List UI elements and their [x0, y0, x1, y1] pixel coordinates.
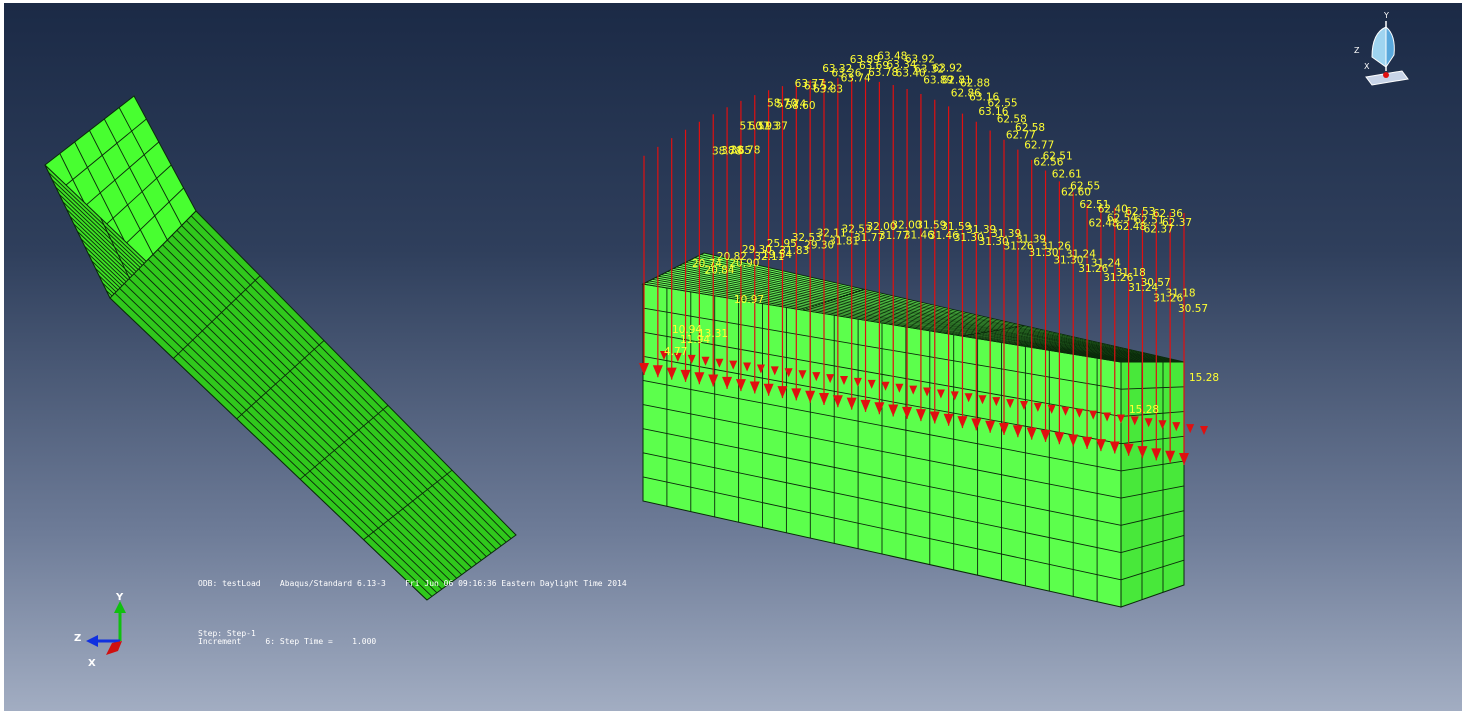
triad-z-label: Z: [74, 633, 81, 644]
load-label: 38.78: [730, 145, 760, 157]
load-label: 63.83: [813, 84, 843, 96]
load-label: 15.28: [1189, 372, 1219, 384]
load-label: 63.74: [841, 72, 871, 84]
load-arrow-head: [1186, 424, 1195, 434]
load-label: 51.37: [758, 121, 788, 133]
load-label: 62.37: [1162, 217, 1192, 229]
load-label: 4.77: [664, 346, 687, 358]
load-label: 15.28: [1129, 404, 1159, 416]
load-label: 11.94: [680, 334, 710, 346]
triad-y-label: Y: [115, 592, 124, 603]
increment-label: Increment 6: Step Time = 1.000: [198, 637, 377, 646]
left-front-face-gridline: [143, 263, 462, 576]
load-label: 62.61: [1052, 168, 1082, 180]
left-front-face-gridline: [157, 249, 477, 565]
load-label: 31.18: [1166, 288, 1196, 300]
compass-y-label: Y: [1383, 11, 1389, 20]
compass-x-label: X: [1364, 62, 1370, 71]
load-label: 62.58: [1015, 122, 1045, 134]
loaded-mesh-right: [641, 252, 1185, 608]
load-label: 63.92: [932, 62, 962, 74]
left-front-face: [109, 210, 517, 601]
compass-origin: [1383, 72, 1389, 78]
load-label: 19.54: [762, 249, 792, 261]
load-arrow-head: [1200, 426, 1208, 435]
load-label: 10.97: [734, 294, 764, 306]
compass-sail-back: [1385, 25, 1395, 69]
odb-info-line: ODB: testLoad Abaqus/Standard 6.13-3 Fri…: [198, 579, 627, 588]
compass-sail-icon: [1371, 26, 1387, 68]
load-label: 62.88: [960, 77, 990, 89]
abaqus-viewport[interactable]: 38.78 38.65 38.78 51.37 50.93 51.37 58.70 57.74…: [4, 3, 1462, 711]
load-label: 62.55: [1070, 181, 1100, 193]
triad-x-axis: [106, 641, 122, 655]
deformed-mesh-left: [44, 95, 517, 601]
view-compass[interactable]: Y Z X: [1346, 9, 1416, 89]
load-label: 62.51: [1043, 150, 1073, 162]
triad-x-label: X: [88, 658, 96, 669]
left-front-face-gridline: [152, 254, 472, 568]
load-label: 58.60: [785, 100, 815, 112]
triad-z-arrow: [86, 635, 98, 647]
model-scene[interactable]: 38.7838.6538.7851.3750.9351.3758.7057.74…: [4, 3, 1462, 711]
load-label: 30.57: [1178, 303, 1208, 315]
compass-z-label: Z: [1354, 46, 1360, 55]
left-front-face-gridline: [162, 244, 482, 561]
load-label: 62.55: [988, 98, 1018, 110]
axis-triad: Y Z X: [74, 592, 126, 669]
left-front-face-gridline: [147, 259, 467, 572]
